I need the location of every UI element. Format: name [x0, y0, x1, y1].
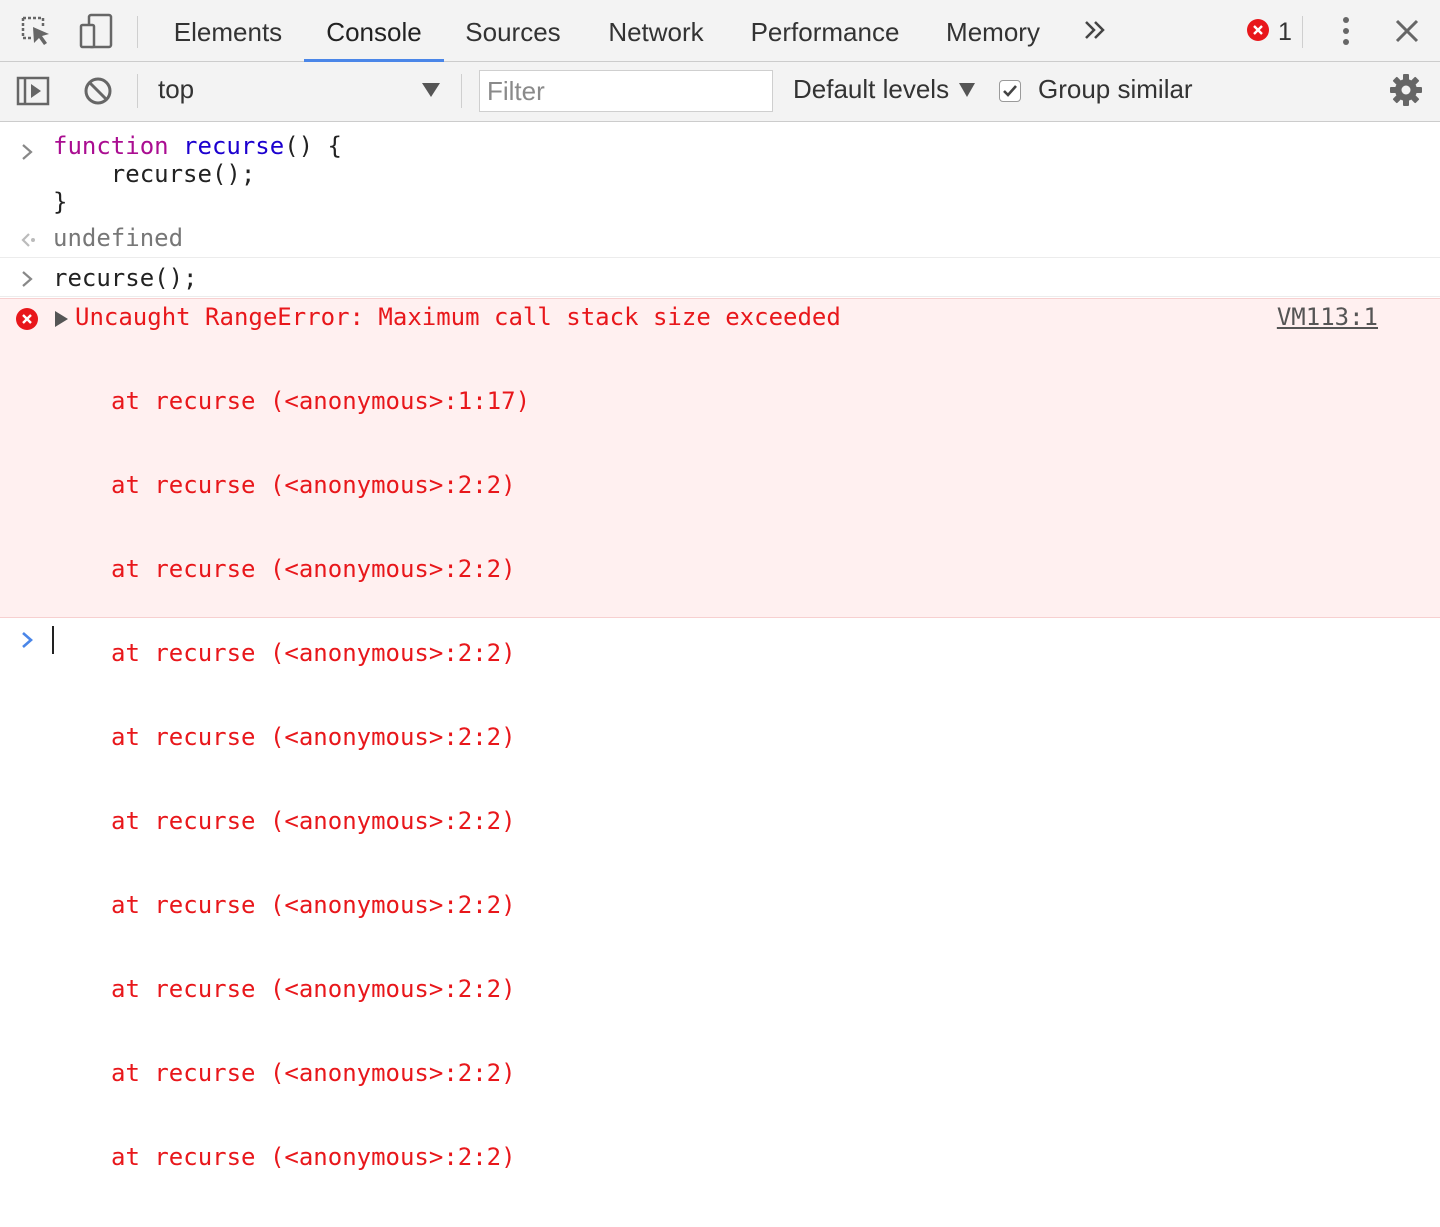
log-levels-dropdown[interactable]: Default levels	[793, 74, 949, 105]
close-icon[interactable]	[1390, 14, 1424, 48]
tab-network[interactable]: Network	[594, 0, 718, 61]
console-prompt-input[interactable]	[52, 626, 54, 654]
input-chevron-icon	[20, 269, 36, 294]
stack-frame: at recurse (<anonymous>:2:2)	[111, 723, 516, 751]
group-similar-checkbox[interactable]	[999, 80, 1021, 102]
tab-sources[interactable]: Sources	[452, 0, 574, 61]
console-input-message: recurse();	[0, 259, 1440, 297]
code-function-name: recurse	[183, 132, 285, 160]
input-code-line: recurse();	[53, 264, 198, 292]
chevron-double-right-icon[interactable]	[1080, 14, 1110, 48]
result-value: undefined	[53, 224, 184, 252]
input-code-line: recurse();	[53, 160, 256, 188]
input-chevron-icon	[20, 142, 36, 167]
filter-input[interactable]	[479, 70, 773, 112]
clear-console-icon[interactable]	[78, 70, 118, 112]
stack-frame: at recurse (<anonymous>:2:2)	[111, 975, 516, 1003]
stack-frame: at recurse (<anonymous>:2:2)	[111, 639, 516, 667]
console-input-message: function recurse() { recurse(); }	[0, 128, 1440, 228]
console-output[interactable]: function recurse() { recurse(); } undefi…	[0, 122, 1440, 1171]
tab-memory[interactable]: Memory	[932, 0, 1054, 61]
toolbar-divider	[461, 74, 462, 108]
tab-performance[interactable]: Performance	[738, 0, 912, 61]
stack-frame: at recurse (<anonymous>:2:2)	[111, 555, 516, 583]
devtools-tab-bar: Elements Console Sources Network Perform…	[0, 0, 1440, 62]
show-sidebar-icon[interactable]	[12, 70, 52, 112]
result-arrow-icon	[20, 230, 38, 255]
error-circle-icon	[1246, 18, 1270, 47]
error-source-link[interactable]: VM113:1	[1277, 303, 1378, 331]
error-counter[interactable]: 1	[1246, 18, 1292, 46]
group-similar-label[interactable]: Group similar	[1038, 74, 1193, 105]
error-title: Uncaught RangeError: Maximum call stack …	[75, 303, 841, 331]
input-code-line: function recurse() {	[53, 132, 342, 160]
stack-frame: at recurse (<anonymous>:1:17)	[111, 387, 531, 415]
execution-context-select[interactable]: top	[158, 74, 194, 105]
toolbar-divider	[1302, 16, 1303, 48]
checkmark-icon	[1003, 85, 1017, 97]
console-toolbar: top Default levels Group similar	[0, 62, 1440, 122]
device-toolbar-icon[interactable]	[76, 10, 116, 52]
tab-elements[interactable]: Elements	[158, 0, 298, 61]
tab-console[interactable]: Console	[304, 0, 444, 62]
stack-frame: at recurse (<anonymous>:2:2)	[111, 1143, 516, 1171]
expand-triangle-icon[interactable]	[52, 309, 70, 334]
error-circle-icon	[15, 307, 39, 336]
dropdown-arrow-icon[interactable]	[958, 80, 976, 105]
stack-frame: at recurse (<anonymous>:2:2)	[111, 471, 516, 499]
stack-frame: at recurse (<anonymous>:2:2)	[111, 891, 516, 919]
stack-frame: at recurse (<anonymous>:2:2)	[111, 807, 516, 835]
error-count: 1	[1278, 17, 1292, 46]
gear-icon[interactable]	[1388, 72, 1424, 108]
code-keyword: function	[53, 132, 169, 160]
input-code-line: }	[53, 188, 68, 216]
console-error-message: Uncaught RangeError: Maximum call stack …	[0, 298, 1440, 1171]
toolbar-divider	[137, 16, 138, 48]
code-signature: () {	[284, 132, 342, 160]
toolbar-divider	[137, 74, 138, 108]
error-stack-trace: at recurse (<anonymous>:1:17) at recurse…	[111, 331, 530, 1227]
dropdown-arrow-icon[interactable]	[420, 80, 442, 105]
inspect-element-icon[interactable]	[16, 10, 56, 52]
console-result-message: undefined	[0, 222, 1440, 258]
kebab-menu-icon[interactable]	[1330, 14, 1362, 48]
stack-frame: at recurse (<anonymous>:2:2)	[111, 1059, 516, 1087]
console-prompt-icon	[20, 630, 36, 655]
